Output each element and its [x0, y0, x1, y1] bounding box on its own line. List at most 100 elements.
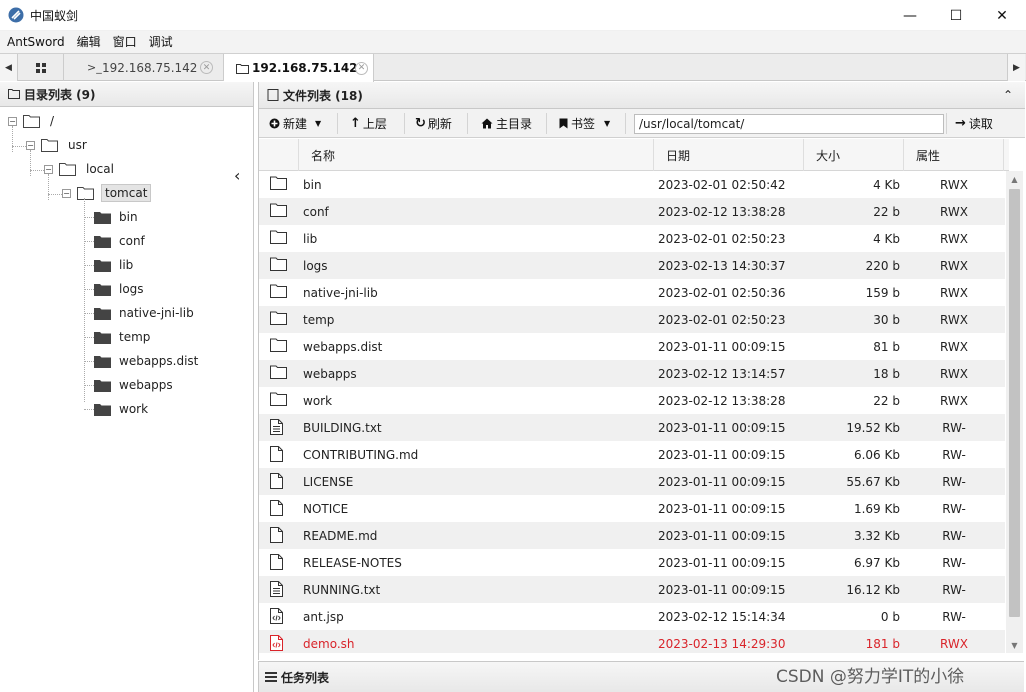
close-button[interactable]: ✕ [979, 0, 1025, 31]
tree-node-usr[interactable]: usr [41, 135, 90, 155]
tree-toggle-icon[interactable]: − [8, 117, 17, 126]
folder-icon [94, 259, 111, 272]
file-row[interactable]: logs 2023-02-13 14:30:37 220 b RWX [259, 252, 1005, 279]
column-header-date[interactable]: 日期 [654, 139, 804, 171]
file-row[interactable]: conf 2023-02-12 13:38:28 22 b RWX [259, 198, 1005, 225]
tree-node-tomcat[interactable]: tomcat [77, 183, 152, 203]
file-row[interactable]: BUILDING.txt 2023-01-11 00:09:15 19.52 Kb R… [259, 414, 1005, 441]
tree-node-child[interactable]: webapps [94, 375, 173, 395]
file-row[interactable]: demo.sh 2023-02-13 14:29:30 181 b RWX [259, 630, 1005, 653]
column-header-size[interactable]: 大小 [804, 139, 904, 171]
window-title: 中国蚁剑 [30, 8, 79, 23]
file-panel: 文件列表 (18) ⌃ 新建 ▼ ↑ 上层 ↻ 刷新 主目录 书签 ▼ /usr… [258, 82, 1025, 660]
file-row[interactable]: temp 2023-02-01 02:50:23 30 b RWX [259, 306, 1005, 333]
tab-terminal[interactable]: >_ 192.168.75.142 ✕ [64, 54, 224, 81]
scroll-thumb[interactable] [1009, 189, 1020, 617]
tab-grid-home[interactable] [18, 54, 64, 81]
tree-node-child[interactable]: bin [94, 207, 138, 227]
file-icon [270, 446, 288, 464]
tab-filemanager[interactable]: 192.168.75.142 ✕ [224, 54, 374, 82]
tab-terminal-close-icon[interactable]: ✕ [200, 61, 213, 74]
refresh-button[interactable]: ↻ 刷新 [415, 113, 452, 134]
tree-node-child[interactable]: logs [94, 279, 144, 299]
menu-debug[interactable]: 调试 [143, 31, 179, 53]
maximize-button[interactable]: ☐ [933, 0, 979, 31]
new-dropdown-caret-icon: ▼ [315, 119, 322, 128]
file-grid-scrollbar[interactable]: ▲ ▼ [1006, 171, 1023, 653]
file-size: 16.12 Kb [846, 582, 900, 597]
grid-icon [35, 62, 46, 73]
file-size: 6.06 Kb [853, 447, 900, 462]
file-row[interactable]: LICENSE 2023-01-11 00:09:15 55.67 Kb RW- [259, 468, 1005, 495]
tree-node-local[interactable]: local [59, 159, 117, 179]
tree-node-child[interactable]: conf [94, 231, 145, 251]
read-button[interactable]: → 读取 [955, 113, 993, 134]
collapse-up-icon[interactable]: ⌃ [1003, 88, 1013, 102]
toolbar-separator [404, 113, 405, 134]
file-row[interactable]: native-jni-lib 2023-02-01 02:50:36 159 b RW… [259, 279, 1005, 306]
tab-filemanager-close-icon[interactable]: ✕ [355, 61, 368, 75]
column-header-name[interactable]: 名称 [299, 139, 654, 171]
file-row[interactable]: ant.jsp 2023-02-12 15:14:34 0 b RW- [259, 603, 1005, 630]
file-row[interactable]: webapps.dist 2023-01-11 00:09:15 81 b RWX [259, 333, 1005, 360]
file-size: 6.97 Kb [853, 555, 900, 570]
file-row[interactable]: RELEASE-NOTES 2023-01-11 00:09:15 6.97 Kb R… [259, 549, 1005, 576]
tree-node-child[interactable]: work [94, 399, 148, 419]
file-attr: RW- [942, 555, 966, 570]
file-row[interactable]: lib 2023-02-01 02:50:23 4 Kb RWX [259, 225, 1005, 252]
tree-node-child[interactable]: native-jni-lib [94, 303, 194, 323]
folder-icon [270, 257, 288, 275]
tree-toggle-icon[interactable]: − [62, 189, 71, 198]
file-row[interactable]: CONTRIBUTING.md 2023-01-11 00:09:15 6.06 K… [259, 441, 1005, 468]
file-icon [270, 554, 288, 572]
list-icon [265, 672, 277, 682]
up-button[interactable]: ↑ 上层 [350, 113, 387, 134]
bookmark-button[interactable]: 书签 ▼ [559, 113, 610, 134]
menu-window[interactable]: 窗口 [107, 31, 143, 53]
tree-node-child[interactable]: webapps.dist [94, 351, 198, 371]
home-button-label: 主目录 [496, 117, 533, 131]
refresh-icon: ↻ [415, 116, 426, 131]
collapse-left-icon[interactable]: ‹ [234, 166, 240, 185]
file-row[interactable]: NOTICE 2023-01-11 00:09:15 1.69 Kb RW- [259, 495, 1005, 522]
folder-icon [270, 203, 288, 221]
file-row[interactable]: bin 2023-02-01 02:50:42 4 Kb RWX [259, 171, 1005, 198]
refresh-button-label: 刷新 [427, 117, 452, 131]
bookmark-icon [559, 118, 568, 129]
tree-node-child[interactable]: temp [94, 327, 150, 347]
file-row[interactable]: README.md 2023-01-11 00:09:15 3.32 Kb RW- [259, 522, 1005, 549]
new-button[interactable]: 新建 ▼ [269, 113, 321, 134]
home-button[interactable]: 主目录 [481, 113, 532, 134]
file-row[interactable]: webapps 2023-02-12 13:14:57 18 b RWX [259, 360, 1005, 387]
folder-icon [94, 331, 111, 344]
tree-connector-line [84, 313, 94, 314]
file-row[interactable]: RUNNING.txt 2023-01-11 00:09:15 16.12 Kb RW… [259, 576, 1005, 603]
file-size: 4 Kb [873, 231, 900, 246]
folder-icon [94, 379, 111, 392]
file-name: BUILDING.txt [303, 420, 382, 435]
column-header-attr[interactable]: 属性 [904, 139, 1004, 171]
file-date: 2023-01-11 00:09:15 [658, 555, 786, 570]
tree-node-label: conf [119, 234, 145, 248]
tab-terminal-label: 192.168.75.142 [102, 60, 198, 75]
file-date: 2023-02-12 13:38:28 [658, 393, 786, 408]
file-row[interactable]: work 2023-02-12 13:38:28 22 b RWX [259, 387, 1005, 414]
tab-filemanager-label: 192.168.75.142 [252, 61, 358, 75]
minimize-button[interactable]: — [887, 0, 933, 31]
bookmark-button-label: 书签 [571, 117, 596, 131]
scroll-down-icon[interactable]: ▼ [1006, 637, 1023, 653]
tree-connector-line [84, 409, 94, 410]
tree-node-child[interactable]: lib [94, 255, 133, 275]
file-name: webapps [303, 366, 357, 381]
tree-node-root[interactable]: / [23, 111, 57, 131]
tree-toggle-icon[interactable]: − [44, 165, 53, 174]
tab-scroll-left-icon[interactable]: ◀ [0, 54, 18, 81]
tree-toggle-icon[interactable]: − [26, 141, 35, 150]
menu-antsword[interactable]: AntSword [0, 31, 71, 53]
tab-bar: ◀ >_ 192.168.75.142 ✕ 192.168.75.142 ✕ ▶ [0, 53, 1026, 82]
file-date: 2023-02-01 02:50:36 [658, 285, 786, 300]
tab-scroll-right-icon[interactable]: ▶ [1007, 54, 1025, 81]
scroll-up-icon[interactable]: ▲ [1006, 171, 1023, 187]
path-input[interactable] [634, 114, 944, 134]
menu-edit[interactable]: 编辑 [71, 31, 107, 53]
